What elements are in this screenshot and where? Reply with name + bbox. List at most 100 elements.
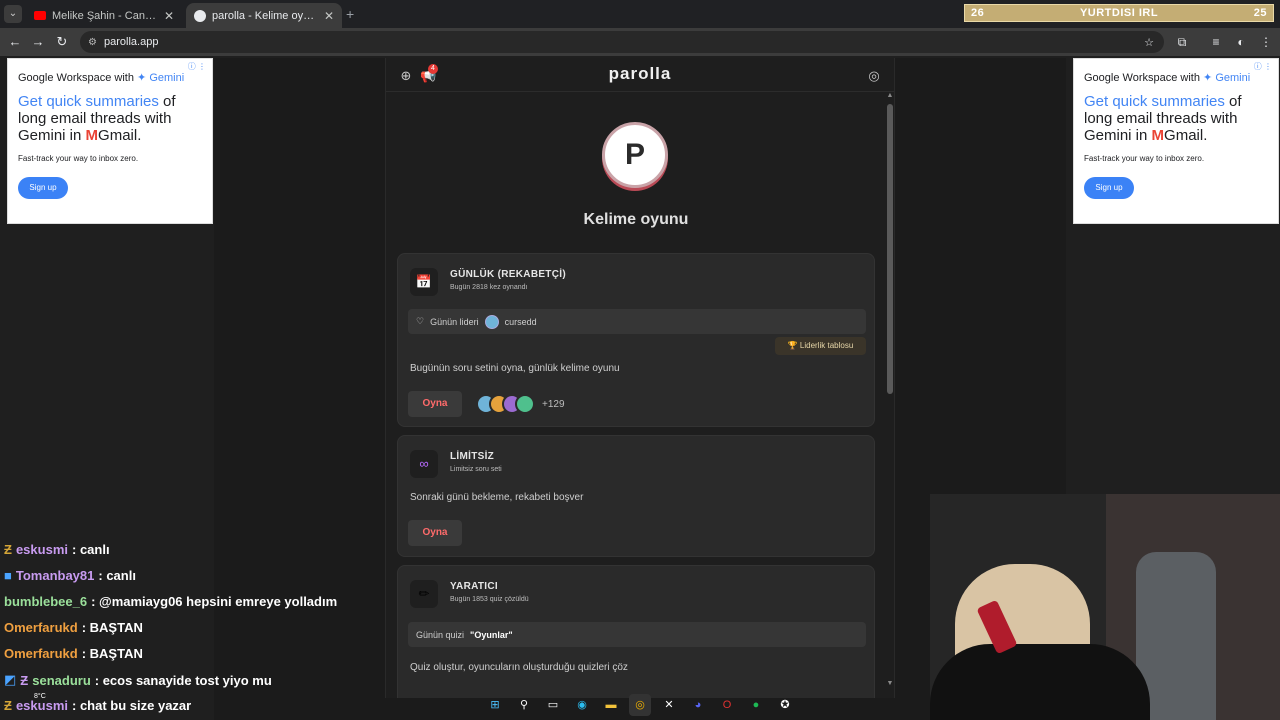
weather-temp: 8°C	[34, 693, 46, 700]
app-logo[interactable]: parolla	[386, 64, 894, 84]
cube-badge-icon: ■	[4, 568, 12, 583]
chrome-icon[interactable]: ◎	[629, 694, 651, 716]
player-avatar	[515, 394, 535, 414]
ad-choices-icon[interactable]: ⓘ ⋮	[188, 61, 206, 72]
profile-icon[interactable]: ◐	[1233, 34, 1249, 50]
leader-label: Günün lideri	[430, 316, 479, 327]
player-avatars[interactable]: +129	[476, 394, 565, 414]
daily-leader-strip[interactable]: ♡ Günün lideri cursedd	[408, 309, 866, 334]
ad-right[interactable]: ⓘ ⋮ Google Workspace with ✦ Gemini Get q…	[1073, 58, 1279, 224]
chat-line: Ƶ eskusmi : chat bu size yazar	[4, 698, 191, 713]
card-subtitle: Bugün 2818 kez oynandı	[450, 284, 528, 291]
reload-icon[interactable]: ↻	[54, 34, 70, 50]
new-tab-icon[interactable]: +	[346, 6, 354, 22]
close-icon[interactable]: ✕	[164, 9, 174, 23]
address-bar[interactable]: ⚙ parolla.app ☆	[80, 31, 1164, 53]
tab-bar: ⌄ Melike Şahin - Canın Beni Çekti ✕ paro…	[0, 0, 1280, 28]
chat-line: bumblebee_6 : @mamiayg06 hepsini emreye …	[4, 594, 337, 609]
chat-user: eskusmi	[15, 542, 68, 557]
site-info-icon[interactable]: ⚙	[88, 37, 97, 48]
taskbar: ⊞ ⚲ ▭ ◉ ▬ ◎ ✕ ◕ O ● ✪	[480, 692, 800, 718]
tab-search-icon[interactable]: ⌄	[4, 5, 22, 23]
parolla-app: ⊕ 📢 parolla ◎ P Kelime oyunu 📅 GÜNLÜK (R…	[385, 58, 895, 698]
ad-subline: Fast-track your way to inbox zero.	[18, 154, 139, 163]
card-daily: 📅 GÜNLÜK (REKABETÇİ) Bugün 2818 kez oyna…	[397, 253, 875, 427]
app-icon[interactable]: ✪	[774, 694, 796, 716]
card-description: Bugünün soru setini oyna, günlük kelime …	[410, 363, 620, 374]
user-account-icon[interactable]: ◎	[866, 68, 882, 84]
ad-brand: Google Workspace with ✦ Gemini	[18, 72, 185, 84]
chat-message: : chat bu size yazar	[72, 698, 192, 713]
card-subtitle: Bugün 1853 quiz çözüldü	[450, 596, 529, 603]
ticker-center: YURTDISI IRL	[1079, 7, 1159, 19]
ticker-left: 26	[971, 7, 985, 19]
play-unlimited-button[interactable]: Oyna	[408, 520, 462, 546]
menu-dots-icon[interactable]: ⋮	[1258, 34, 1274, 50]
leaderboard-button[interactable]: 🏆 Liderlik tablosu	[775, 337, 866, 355]
tab-title: Melike Şahin - Canın Beni Çekti	[52, 9, 158, 22]
chat-line: Ƶ eskusmi : canlı	[4, 542, 110, 557]
calendar-icon: 📅	[410, 268, 438, 296]
prime-badge-icon: ◩	[4, 672, 17, 687]
card-title: LİMİTSİZ	[450, 451, 495, 462]
spotify-icon[interactable]: ●	[745, 694, 767, 716]
leader-name: cursedd	[504, 316, 537, 327]
quiz-of-day-strip[interactable]: Günün quizi "Oyunlar"	[408, 622, 866, 647]
chat-message: : @mamiayg06 hepsini emreye yolladım	[91, 594, 338, 609]
chat-message: : BAŞTAN	[81, 620, 143, 635]
discord-icon[interactable]: ◕	[687, 694, 709, 716]
tab-title: parolla - Kelime oyunu. Günlük	[212, 9, 318, 22]
webcam-overlay	[930, 494, 1280, 720]
ad-headline: Get quick summaries of long email thread…	[18, 93, 176, 144]
quiz-label: Günün quizi	[416, 629, 465, 640]
badge-icon: Ƶ	[4, 698, 12, 713]
chat-message: : canlı	[72, 542, 110, 557]
ad-signup-button[interactable]: Sign up	[18, 177, 68, 199]
play-daily-button[interactable]: Oyna	[408, 391, 462, 417]
ad-choices-icon[interactable]: ⓘ ⋮	[1254, 61, 1272, 72]
chat-line: ■ Tomanbay81 : canlı	[4, 568, 136, 583]
chat-user: Omerfarukd	[4, 646, 78, 661]
card-creative: ✏ YARATICI Bugün 1853 quiz çözüldü Günün…	[397, 565, 875, 698]
close-icon[interactable]: ✕	[324, 9, 334, 23]
opera-icon[interactable]: O	[716, 694, 738, 716]
card-description: Sonraki günü bekleme, rekabeti boşver	[410, 492, 584, 503]
infinity-icon: ∞	[410, 450, 438, 478]
scrollbar-thumb[interactable]	[887, 104, 893, 394]
card-description: Quiz oluştur, oyuncuların oluşturduğu qu…	[410, 662, 628, 673]
file-explorer-icon[interactable]: ▬	[600, 694, 622, 716]
media-icon[interactable]: ≡	[1208, 34, 1224, 50]
badge-icon: Ƶ	[4, 542, 12, 557]
windows-start-icon[interactable]: ⊞	[484, 694, 506, 716]
chat-message: : ecos sanayide tost yiyo mu	[94, 672, 272, 688]
app-avatar: P	[602, 122, 668, 188]
search-icon[interactable]: ⚲	[513, 694, 535, 716]
scroll-down-icon[interactable]: ▼	[886, 680, 894, 687]
leader-avatar	[484, 314, 499, 329]
bookmark-star-icon[interactable]: ☆	[1144, 36, 1154, 49]
ad-left[interactable]: ⓘ ⋮ Google Workspace with ✦ Gemini Get q…	[7, 58, 213, 224]
trophy-outline-icon: ♡	[416, 316, 425, 326]
chat-line: Omerfarukd : BAŞTAN	[4, 646, 143, 661]
chat-user: bumblebee_6	[4, 594, 88, 609]
page-title: Kelime oyunu	[583, 211, 689, 228]
scroll-up-icon[interactable]: ▲	[886, 92, 894, 99]
ad-headline: Get quick summaries of long email thread…	[1084, 93, 1242, 144]
chat-user: Tomanbay81	[15, 568, 95, 583]
chat-user: senaduru	[32, 672, 91, 688]
edge-icon[interactable]: ◉	[571, 694, 593, 716]
x-app-icon[interactable]: ✕	[658, 694, 680, 716]
extensions-icon[interactable]: ⧉	[1174, 34, 1190, 50]
forward-icon[interactable]: →	[30, 34, 46, 49]
tab-parolla[interactable]: parolla - Kelime oyunu. Günlük ✕	[186, 3, 342, 28]
card-title: YARATICI	[450, 581, 498, 592]
tab-youtube[interactable]: Melike Şahin - Canın Beni Çekti ✕	[26, 3, 182, 28]
more-players-count: +129	[542, 398, 565, 410]
ad-signup-button[interactable]: Sign up	[1084, 177, 1134, 199]
task-view-icon[interactable]: ▭	[542, 694, 564, 716]
chat-user: eskusmi	[15, 698, 68, 713]
back-icon[interactable]: ←	[7, 34, 23, 49]
streamer-body	[930, 644, 1150, 720]
ad-brand: Google Workspace with ✦ Gemini	[1084, 72, 1251, 84]
chat-message: : BAŞTAN	[81, 646, 143, 661]
